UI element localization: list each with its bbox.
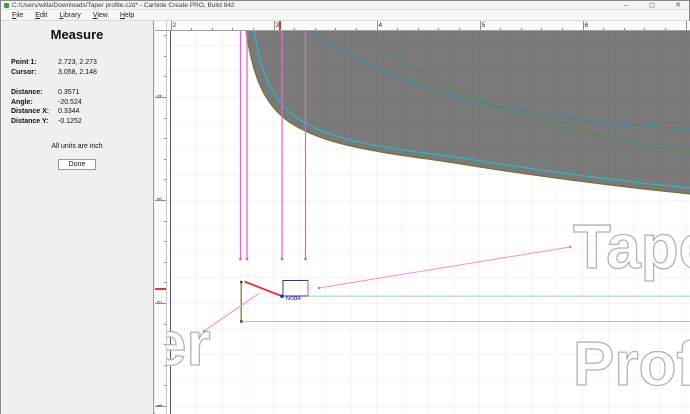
menu-edit[interactable]: Edit: [29, 10, 53, 21]
menu-library[interactable]: Library: [53, 10, 86, 21]
measure-value: 2.723, 2.273: [58, 59, 97, 66]
app-icon: [4, 3, 9, 8]
menu-file[interactable]: File: [6, 10, 29, 21]
measure-row-cursor: Cursor: 3.058, 2.148: [1, 68, 153, 78]
measure-row-distance-x: Distance X: 0.3344: [1, 107, 153, 117]
measure-value: 0.3571: [58, 89, 79, 96]
design-text-profile[interactable]: Profile: [573, 330, 690, 399]
node-marker[interactable]: [280, 295, 283, 298]
measure-rows: Point 1: 2.723, 2.273 Cursor: 3.058, 2.1…: [1, 58, 153, 126]
ruler-top-label: 6: [585, 22, 589, 29]
drawing-area: 2 3 4 5 6 4 3 2 1: [155, 21, 690, 414]
ruler-corner: [155, 21, 167, 31]
done-button[interactable]: Done: [58, 159, 96, 170]
window-title: C:/Users/willa/Downloads/Taper profile.c…: [12, 2, 235, 9]
design-text-taper[interactable]: Taper: [573, 213, 690, 282]
segment-node-bottom[interactable]: [240, 320, 243, 323]
measure-value: -0.1252: [58, 118, 82, 125]
measure-label: Point 1:: [11, 59, 58, 66]
panel-title: Measure: [1, 27, 153, 42]
measure-panel: Measure Point 1: 2.723, 2.273 Cursor: 3.…: [1, 21, 154, 414]
window-controls: – ◻ ✕: [621, 1, 687, 10]
app-window: C:/Users/willa/Downloads/Taper profile.c…: [0, 0, 690, 414]
menu-help[interactable]: Help: [114, 10, 140, 21]
measure-label: Distance Y:: [11, 118, 58, 125]
ruler-top: 2 3 4 5 6: [167, 21, 690, 31]
measure-label: Angle:: [11, 99, 58, 106]
close-icon[interactable]: ✕: [673, 1, 683, 10]
ruler-top-label: 5: [482, 22, 486, 29]
measure-label: Distance:: [11, 89, 58, 96]
maximize-icon[interactable]: ◻: [647, 1, 657, 10]
measure-label: Cursor:: [11, 69, 58, 76]
measure-row-distance-y: Distance Y: -0.1252: [1, 117, 153, 127]
measure-row-distance: Distance: 0.3571: [1, 88, 153, 98]
minimize-icon[interactable]: –: [621, 1, 631, 10]
ruler-top-label: 2: [173, 22, 177, 29]
ruler-cursor-y-mark: [155, 288, 167, 290]
measure-value: -20.524: [58, 99, 82, 106]
menu-bar: File Edit Library View Help: [1, 10, 689, 21]
ruler-left: 4 3 2 1: [155, 31, 167, 414]
measure-value: 0.3344: [58, 108, 79, 115]
canvas-svg: Taper Profile er: [167, 31, 690, 414]
ruler-cursor-x-mark: [279, 21, 281, 31]
segment-node-top[interactable]: [240, 281, 243, 284]
measure-label: Distance X:: [11, 108, 58, 115]
measure-value: 3.058, 2.148: [58, 69, 97, 76]
node-label: Node: [286, 295, 302, 302]
ruler-top-label: 4: [379, 22, 383, 29]
measure-row-point1: Point 1: 2.723, 2.273: [1, 58, 153, 68]
design-text-left-partial[interactable]: er: [167, 310, 211, 379]
units-note: All units are inch: [1, 143, 153, 150]
design-canvas[interactable]: Taper Profile er: [167, 31, 690, 414]
measure-row-angle: Angle: -20.524: [1, 98, 153, 108]
menu-view[interactable]: View: [87, 10, 114, 21]
